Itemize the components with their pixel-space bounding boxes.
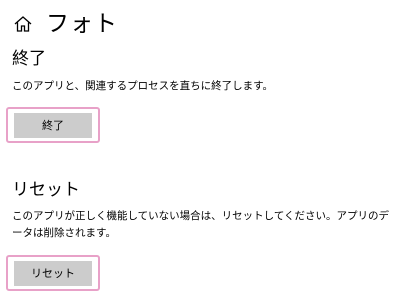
terminate-button[interactable]: 終了: [14, 112, 92, 138]
page-title: フォト: [46, 11, 118, 37]
terminate-button-highlight: 終了: [6, 107, 100, 143]
page-header: フォト: [12, 8, 118, 40]
terminate-section-title: 終了: [12, 49, 46, 69]
terminate-description: このアプリと、関連するプロセスを直ちに終了します。: [12, 80, 274, 92]
reset-section-title: リセット: [12, 180, 80, 200]
reset-button[interactable]: リセット: [14, 260, 92, 286]
reset-button-highlight: リセット: [6, 255, 100, 291]
reset-description: このアプリが正しく機能していない場合は、リセットしてください。アプリのデータは削…: [12, 210, 390, 239]
home-icon[interactable]: [12, 13, 34, 35]
